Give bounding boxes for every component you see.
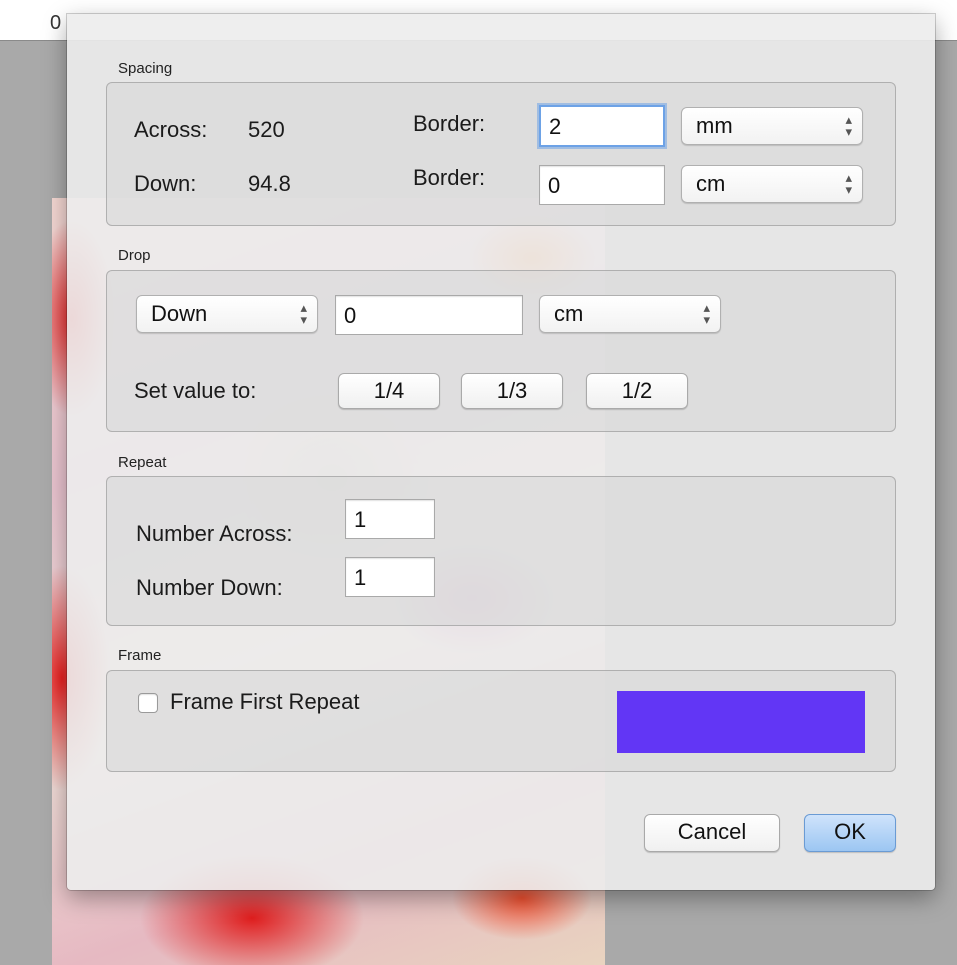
third-button[interactable]: 1/3 bbox=[461, 373, 563, 409]
number-across-field[interactable]: 1 bbox=[345, 499, 435, 539]
down-value: 94.8 bbox=[248, 171, 291, 196]
updown-chevron-icon: ▴ ▾ bbox=[300, 300, 307, 327]
frame-color-swatch[interactable] bbox=[617, 691, 865, 753]
updown-chevron-icon: ▴ ▾ bbox=[703, 300, 710, 327]
frame-first-repeat-label: Frame First Repeat bbox=[170, 689, 360, 714]
spacing-group: Across: 520 Border: 2 mm ▴ ▾ Down: 94.8 B… bbox=[106, 82, 896, 226]
across-value: 520 bbox=[248, 117, 285, 142]
repeat-section-title: Repeat bbox=[118, 454, 167, 471]
drop-group: Down ▴ ▾ 0 cm ▴ ▾ Set value to: 1/4 1/3 1/… bbox=[106, 270, 896, 432]
drop-direction-select[interactable]: Down ▴ ▾ bbox=[136, 295, 318, 333]
repeat-group: Number Across: 1 Number Down: 1 bbox=[106, 476, 896, 626]
spacing-section-title: Spacing bbox=[118, 60, 173, 77]
drop-value-field[interactable]: 0 bbox=[335, 295, 523, 335]
border-field-1[interactable]: 2 bbox=[539, 105, 665, 147]
frame-group: Frame First Repeat bbox=[106, 670, 896, 772]
border-unit-select-1[interactable]: mm ▴ ▾ bbox=[681, 107, 863, 145]
half-button[interactable]: 1/2 bbox=[586, 373, 688, 409]
border-unit-1-value: mm bbox=[696, 113, 733, 138]
updown-chevron-icon: ▴ ▾ bbox=[845, 170, 852, 197]
border-field-2[interactable]: 0 bbox=[539, 165, 665, 205]
drop-unit-select[interactable]: cm ▴ ▾ bbox=[539, 295, 721, 333]
down-label: Down: bbox=[134, 171, 197, 196]
number-down-field[interactable]: 1 bbox=[345, 557, 435, 597]
updown-chevron-icon: ▴ ▾ bbox=[845, 112, 852, 139]
frame-section-title: Frame bbox=[118, 647, 162, 664]
border-label-2: Border: bbox=[413, 165, 486, 190]
border-unit-2-value: cm bbox=[696, 171, 726, 196]
set-value-label: Set value to: bbox=[134, 378, 257, 403]
drop-section-title: Drop bbox=[118, 247, 151, 264]
frame-first-repeat-checkbox[interactable] bbox=[138, 693, 158, 713]
border-label-1: Border: bbox=[413, 111, 486, 136]
repeat-settings-dialog: Spacing Across: 520 Border: 2 mm ▴ ▾ Down… bbox=[67, 14, 935, 890]
number-down-label: Number Down: bbox=[136, 575, 283, 600]
drop-unit-value: cm bbox=[554, 301, 584, 326]
border-unit-select-2[interactable]: cm ▴ ▾ bbox=[681, 165, 863, 203]
ruler-mark: 0 bbox=[50, 12, 62, 34]
cancel-button[interactable]: Cancel bbox=[644, 814, 780, 852]
ok-button[interactable]: OK bbox=[804, 814, 896, 852]
number-across-label: Number Across: bbox=[136, 521, 293, 546]
quarter-button[interactable]: 1/4 bbox=[338, 373, 440, 409]
drop-direction-value: Down bbox=[151, 301, 208, 326]
across-label: Across: bbox=[134, 117, 208, 142]
